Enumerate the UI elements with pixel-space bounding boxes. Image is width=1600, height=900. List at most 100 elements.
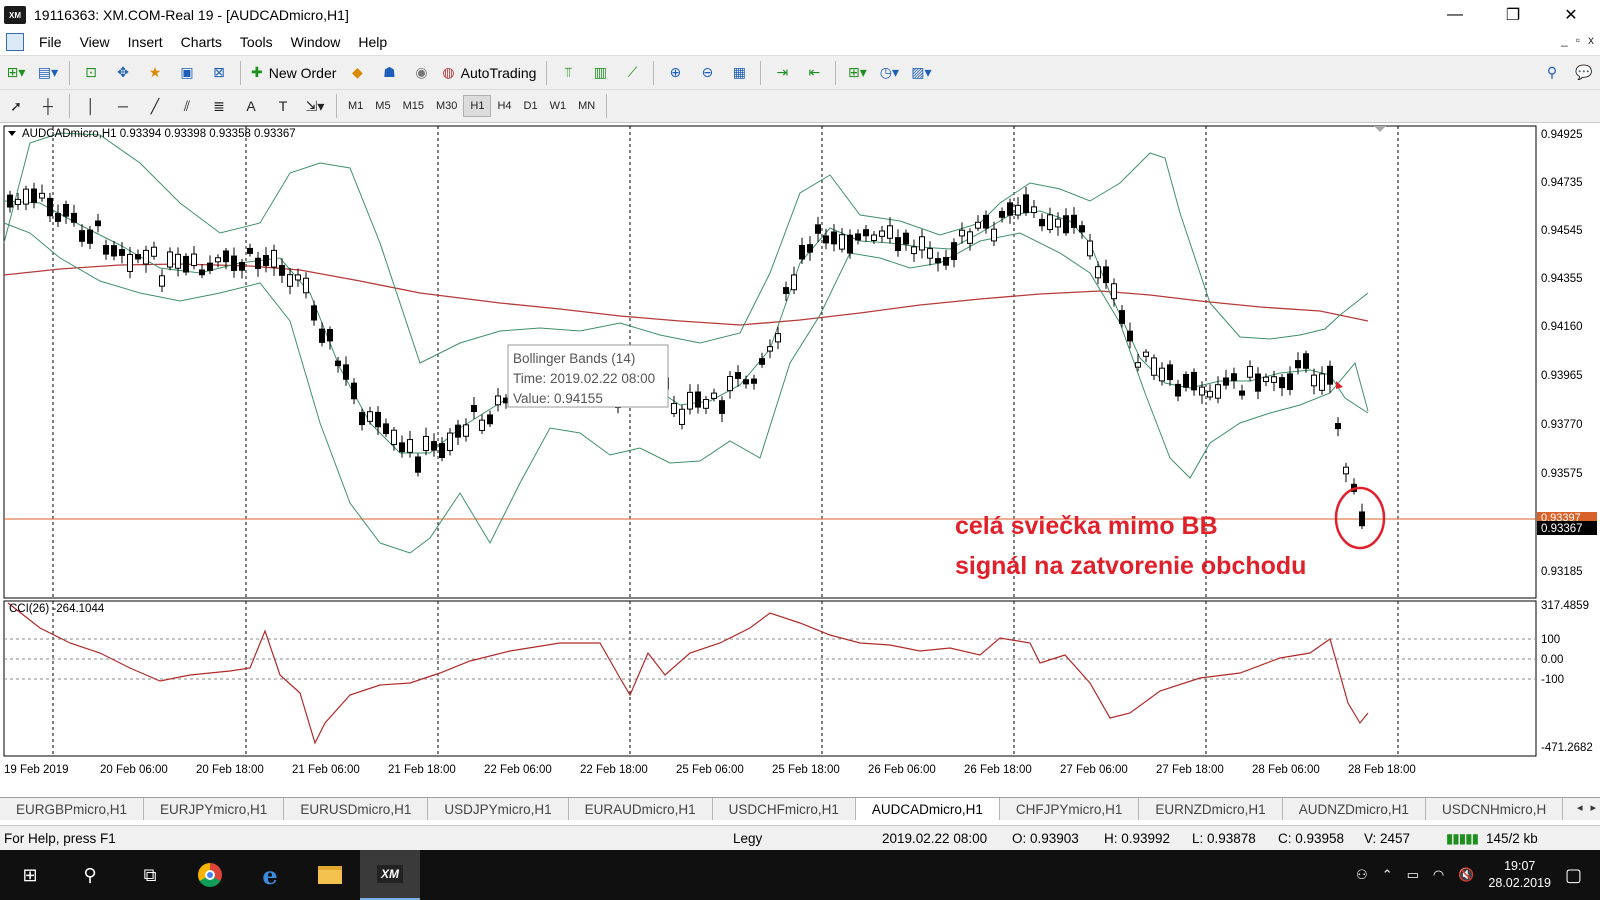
xm-taskbar-icon[interactable]: XM	[360, 850, 420, 900]
trendline-icon[interactable]: ╱	[141, 93, 169, 119]
tab-chfjpy[interactable]: CHFJPYmicro,H1	[1000, 798, 1140, 820]
start-windows-icon[interactable]: ⊞	[0, 850, 60, 900]
menu-window[interactable]: Window	[282, 34, 350, 50]
candle-body	[391, 429, 397, 445]
autotrading-button[interactable]: ◍ AutoTrading	[437, 64, 541, 81]
zoom-out-icon[interactable]: ⊖	[693, 60, 721, 86]
tab-usdcnh[interactable]: USDCNHmicro,H	[1426, 798, 1564, 820]
tab-scroll-left-icon[interactable]: ◂	[1577, 801, 1583, 814]
mdi-minimize-button[interactable]: _	[1561, 33, 1568, 47]
indicators-icon[interactable]: ⊞▾	[843, 60, 871, 86]
candle-body	[775, 333, 781, 343]
timeframe-m30[interactable]: M30	[430, 95, 463, 117]
candlestick-chart-icon[interactable]: ▥	[586, 60, 614, 86]
data-window-icon[interactable]: ✥	[109, 60, 137, 86]
timeframe-d1[interactable]: D1	[518, 95, 544, 117]
navigator-icon[interactable]: ★	[141, 60, 169, 86]
chart-window[interactable]: 0.94925 0.94735 0.94545 0.94355 0.94160 …	[0, 123, 1600, 783]
toolbar-separator	[546, 60, 548, 85]
text-label-icon[interactable]: T	[269, 93, 297, 119]
equidistant-channel-icon[interactable]: ⫽	[173, 93, 201, 119]
metaeditor-icon[interactable]: ◆	[343, 60, 371, 86]
tab-usdjpy[interactable]: USDJPYmicro,H1	[428, 798, 569, 820]
cursor-icon[interactable]: ➚	[2, 93, 30, 119]
system-clock[interactable]: 19:07 28.02.2019	[1488, 858, 1551, 892]
chat-icon[interactable]: 💬	[1570, 60, 1598, 86]
new-chart-icon[interactable]: ⊞▾	[2, 60, 30, 86]
menu-file[interactable]: File	[30, 34, 71, 50]
tray-chevron-icon[interactable]: ⌃	[1382, 867, 1393, 883]
line-chart-icon[interactable]: ⟋	[618, 60, 646, 86]
menu-view[interactable]: View	[71, 34, 119, 50]
signals-icon[interactable]: ☗	[375, 60, 403, 86]
menu-tools[interactable]: Tools	[231, 34, 282, 50]
timeframe-m15[interactable]: M15	[397, 95, 430, 117]
mdi-close-button[interactable]: x	[1588, 33, 1594, 47]
new-order-button[interactable]: ✚ New Order	[246, 64, 341, 81]
timeframe-m5[interactable]: M5	[369, 95, 396, 117]
bar-chart-icon[interactable]: ⫪	[554, 60, 582, 86]
timeframe-m1[interactable]: M1	[342, 95, 369, 117]
candle-body	[127, 253, 133, 272]
market-watch-icon[interactable]: ⊡	[77, 60, 105, 86]
chrome-icon[interactable]	[180, 850, 240, 900]
strategy-tester-icon[interactable]: ⊠	[205, 60, 233, 86]
volume-muted-icon[interactable]: 🔇	[1458, 867, 1474, 883]
candle-body	[311, 305, 317, 321]
timeframe-h1[interactable]: H1	[463, 95, 492, 117]
menu-charts[interactable]: Charts	[172, 34, 231, 50]
timeframe-h4[interactable]: H4	[491, 95, 517, 117]
auto-scroll-icon[interactable]: ⇥	[768, 60, 796, 86]
tab-usdchf[interactable]: USDCHFmicro,H1	[713, 798, 856, 820]
candle-body	[927, 248, 933, 259]
minimize-button[interactable]: —	[1426, 0, 1484, 30]
terminal-icon[interactable]: ▣	[173, 60, 201, 86]
candle-body	[135, 254, 141, 260]
tab-euraud[interactable]: EURAUDmicro,H1	[569, 798, 713, 820]
candle-body	[183, 255, 189, 273]
timeframe-mn[interactable]: MN	[572, 95, 601, 117]
horizontal-line-icon[interactable]: ─	[109, 93, 137, 119]
candle-body	[1135, 362, 1141, 368]
search-icon[interactable]: ⚲	[60, 850, 120, 900]
mdi-restore-button[interactable]: ▫	[1576, 33, 1580, 47]
tile-windows-icon[interactable]: ▦	[725, 60, 753, 86]
chart-window-icon[interactable]	[6, 33, 24, 51]
tab-eurjpy[interactable]: EURJPYmicro,H1	[144, 798, 285, 820]
file-explorer-icon[interactable]	[300, 850, 360, 900]
search-icon[interactable]: ⚲	[1538, 60, 1566, 86]
text-icon[interactable]: A	[237, 93, 265, 119]
candle-body	[151, 246, 157, 257]
zoom-in-icon[interactable]: ⊕	[661, 60, 689, 86]
fibonacci-icon[interactable]: ≣	[205, 93, 233, 119]
price-chart[interactable]: 0.94925 0.94735 0.94545 0.94355 0.94160 …	[0, 123, 1600, 783]
menu-help[interactable]: Help	[349, 34, 396, 50]
people-icon[interactable]: ⚇	[1356, 867, 1368, 883]
profiles-icon[interactable]: ▤▾	[34, 60, 62, 86]
templates-icon[interactable]: ▨▾	[907, 60, 935, 86]
menu-insert[interactable]: Insert	[119, 34, 172, 50]
edge-icon[interactable]: e	[240, 850, 300, 900]
wifi-icon[interactable]: ◠	[1433, 867, 1444, 883]
vertical-line-icon[interactable]: │	[77, 93, 105, 119]
tab-scroll-right-icon[interactable]: ▸	[1590, 801, 1596, 814]
battery-icon[interactable]: ▭	[1407, 867, 1419, 883]
maximize-button[interactable]: ❐	[1484, 0, 1542, 30]
candle-body	[671, 402, 677, 414]
options-icon[interactable]: ◉	[407, 60, 435, 86]
close-button[interactable]: ✕	[1542, 0, 1600, 30]
tab-audnzd[interactable]: AUDNZDmicro,H1	[1283, 798, 1426, 820]
chart-shift-icon[interactable]: ⇤	[800, 60, 828, 86]
action-center-icon[interactable]: ▢	[1565, 865, 1582, 886]
candle-body	[1199, 386, 1205, 396]
tab-eurnzd[interactable]: EURNZDmicro,H1	[1139, 798, 1283, 820]
crosshair-icon[interactable]: ┼	[34, 93, 62, 119]
tab-audcad[interactable]: AUDCADmicro,H1	[855, 798, 1000, 820]
periods-icon[interactable]: ◷▾	[875, 60, 903, 86]
candle-body	[7, 194, 13, 208]
tab-eurusd[interactable]: EURUSDmicro,H1	[284, 798, 429, 820]
timeframe-w1[interactable]: W1	[544, 95, 573, 117]
task-view-icon[interactable]: ⧉	[120, 850, 180, 900]
arrows-icon[interactable]: ⇲▾	[301, 93, 329, 119]
tab-eurgbp[interactable]: EURGBPmicro,H1	[0, 798, 145, 820]
